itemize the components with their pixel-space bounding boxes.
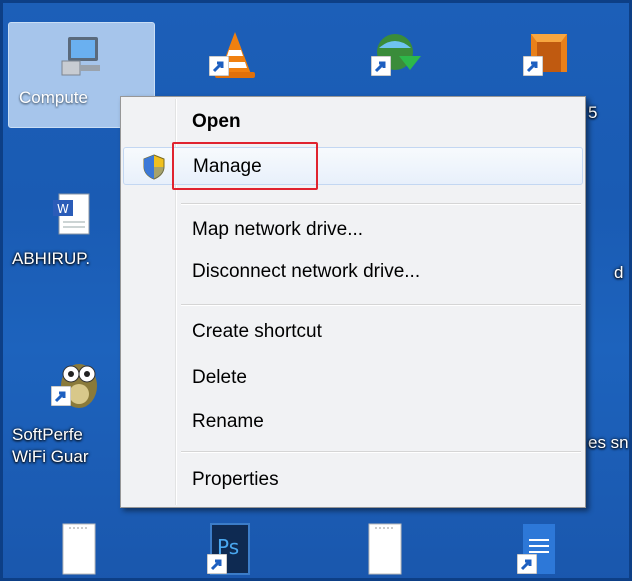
vlc-cone-icon bbox=[207, 28, 255, 78]
shortcut-arrow-icon bbox=[209, 56, 229, 76]
menu-item-label: Properties bbox=[192, 469, 279, 490]
menu-item-label: Delete bbox=[192, 367, 247, 388]
menu-item-properties[interactable]: Properties bbox=[123, 461, 583, 499]
computer-icon bbox=[58, 31, 106, 79]
annotation-highlight-box bbox=[172, 142, 318, 190]
menu-item-manage[interactable]: Manage bbox=[123, 142, 583, 190]
text-file-icon bbox=[55, 520, 103, 575]
menu-item-create-shortcut[interactable]: Create shortcut bbox=[123, 313, 583, 351]
document-icon bbox=[515, 520, 563, 574]
icon-label-word-document: ABHIRUP. bbox=[12, 249, 91, 268]
desktop-icon-document[interactable] bbox=[484, 520, 594, 574]
shortcut-arrow-icon bbox=[517, 554, 537, 574]
uac-shield-icon bbox=[143, 154, 165, 180]
menu-separator bbox=[181, 203, 581, 205]
desktop-label-right-1: d bbox=[614, 263, 624, 282]
context-menu: Open Manage Map network drive... Disconn… bbox=[120, 96, 586, 508]
menu-item-label: Map network drive... bbox=[192, 219, 364, 240]
owl-app-icon bbox=[49, 352, 97, 408]
menu-item-delete[interactable]: Delete bbox=[123, 359, 583, 397]
menu-item-label: Create shortcut bbox=[192, 321, 322, 342]
menu-item-label: Rename bbox=[192, 411, 264, 432]
desktop-icon-photoshop[interactable]: Ps bbox=[174, 520, 284, 575]
menu-item-rename[interactable]: Rename bbox=[123, 403, 583, 441]
desktop-icon-download-manager[interactable] bbox=[338, 28, 448, 76]
download-manager-icon bbox=[369, 28, 421, 76]
menu-item-label: Open bbox=[192, 111, 241, 132]
svg-text:W: W bbox=[57, 202, 69, 216]
desktop-icon-text-file-1[interactable] bbox=[24, 520, 134, 575]
menu-item-disconnect-network-drive[interactable]: Disconnect network drive... bbox=[123, 253, 583, 291]
photoshop-icon: Ps bbox=[205, 520, 253, 575]
desktop-icon-owl-app[interactable]: SoftPerfe WiFi Guar bbox=[8, 352, 138, 468]
menu-item-map-network-drive[interactable]: Map network drive... bbox=[123, 211, 583, 249]
desktop-label-right-2: es sn bbox=[588, 433, 629, 452]
icon-label-box-app: 5 bbox=[588, 103, 598, 122]
desktop-icon-word-document[interactable]: W ABHIRUP. bbox=[8, 190, 138, 270]
desktop-icon-text-file-2[interactable] bbox=[330, 520, 440, 575]
shortcut-arrow-icon bbox=[371, 56, 391, 76]
menu-separator bbox=[181, 451, 581, 453]
desktop-icon-box-app[interactable] bbox=[490, 28, 600, 76]
menu-separator bbox=[181, 304, 581, 306]
icon-label-owl-app: SoftPerfe bbox=[12, 425, 83, 444]
box-app-icon bbox=[521, 28, 569, 76]
menu-item-open[interactable]: Open bbox=[123, 103, 583, 141]
menu-item-label: Disconnect network drive... bbox=[192, 261, 421, 282]
shortcut-arrow-icon bbox=[207, 554, 227, 574]
word-document-icon: W bbox=[49, 190, 97, 238]
desktop-icon-vlc[interactable] bbox=[176, 28, 286, 78]
shortcut-arrow-icon bbox=[51, 386, 71, 406]
shortcut-arrow-icon bbox=[523, 56, 543, 76]
icon-label-owl-app-line2: WiFi Guar bbox=[12, 447, 89, 466]
text-file-icon bbox=[361, 520, 409, 575]
